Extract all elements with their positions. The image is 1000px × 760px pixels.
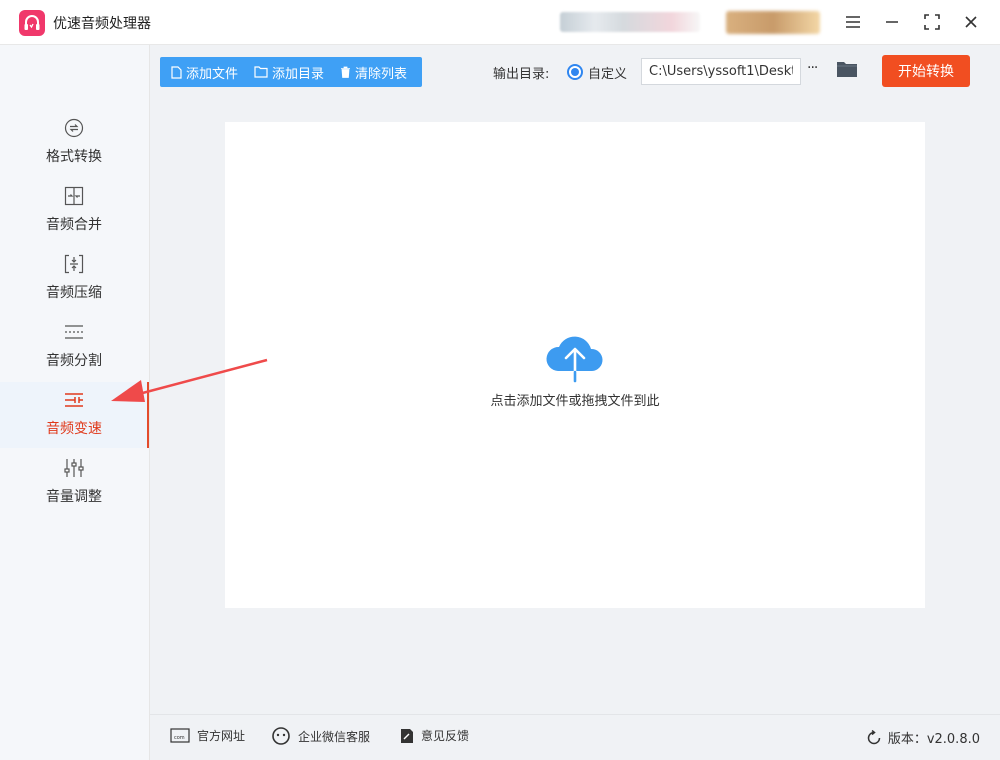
app-title: 优速音频处理器 [53, 16, 151, 32]
file-toolbar: 添加文件 添加目录 清除列表 [160, 57, 422, 87]
custom-output-label: 自定义 [588, 67, 628, 82]
open-folder-icon[interactable] [836, 60, 858, 80]
folder-outline-icon [254, 66, 268, 78]
close-icon[interactable] [956, 8, 986, 36]
account-badge-blurred [726, 11, 820, 34]
start-convert-button[interactable]: 开始转换 [882, 55, 970, 87]
wechat-service-icon [272, 727, 290, 745]
add-file-button[interactable]: 添加文件 [160, 57, 238, 87]
wechat-service-label: 企业微信客服 [298, 729, 371, 744]
output-path-input[interactable] [641, 58, 801, 85]
output-directory-label: 输出目录: [493, 67, 550, 82]
maximize-icon[interactable] [917, 8, 947, 36]
menu-icon[interactable] [838, 8, 868, 36]
app-logo-icon [19, 10, 45, 36]
cloud-upload-icon [546, 336, 603, 383]
footer-bar: com 官方网址 企业微信客服 意见反馈 版本：v2.0.8.0 [150, 714, 1000, 760]
minimize-icon[interactable] [877, 8, 907, 36]
refresh-icon[interactable] [866, 729, 882, 746]
volume-adjust-icon [64, 458, 84, 478]
version-info: 版本：v2.0.8.0 [866, 728, 980, 747]
audio-split-icon [64, 322, 84, 342]
file-icon [171, 65, 182, 79]
feedback-icon [401, 728, 413, 743]
website-icon: com [170, 728, 190, 743]
user-info-blurred [560, 12, 700, 32]
file-drop-zone[interactable]: 点击添加文件或拖拽文件到此 [225, 122, 925, 608]
annotation-arrow-icon [111, 358, 268, 402]
audio-compress-icon [64, 254, 84, 274]
sidebar-item-volume-adjust[interactable]: 音量调整 [0, 450, 148, 516]
wechat-service-link[interactable]: 企业微信客服 [271, 727, 370, 745]
drop-hint-text: 点击添加文件或拖拽文件到此 [490, 394, 660, 409]
custom-output-radio[interactable] [567, 64, 583, 80]
add-folder-button[interactable]: 添加目录 [238, 57, 324, 87]
audio-merge-icon [64, 186, 84, 206]
feedback-label: 意见反馈 [421, 729, 470, 743]
clear-list-button[interactable]: 清除列表 [324, 57, 407, 87]
sidebar-item-label: 格式转换 [46, 149, 102, 165]
feedback-link[interactable]: 意见反馈 [400, 727, 469, 744]
audio-speed-icon [64, 390, 84, 410]
version-label: 版本：v2.0.8.0 [887, 732, 980, 747]
official-website-link[interactable]: com 官方网址 [170, 727, 245, 744]
sidebar-item-label: 音频变速 [46, 421, 102, 437]
browse-more-button[interactable]: ··· [807, 60, 825, 82]
svg-text:com: com [174, 735, 185, 741]
clear-list-label: 清除列表 [355, 66, 408, 82]
title-bar: 优速音频处理器 [0, 0, 1000, 45]
sidebar-item-label: 音频合并 [46, 217, 102, 233]
sidebar-item-audio-compress[interactable]: 音频压缩 [0, 246, 148, 312]
add-folder-label: 添加目录 [272, 66, 325, 82]
sidebar-item-format-convert[interactable]: 格式转换 [0, 110, 148, 176]
sidebar-item-label: 音量调整 [46, 489, 102, 505]
official-website-label: 官方网址 [197, 729, 246, 743]
sidebar-item-audio-merge[interactable]: 音频合并 [0, 178, 148, 244]
sidebar-item-label: 音频压缩 [46, 285, 102, 301]
format-convert-icon [64, 118, 84, 138]
add-file-label: 添加文件 [186, 66, 239, 82]
trash-icon [341, 66, 351, 78]
